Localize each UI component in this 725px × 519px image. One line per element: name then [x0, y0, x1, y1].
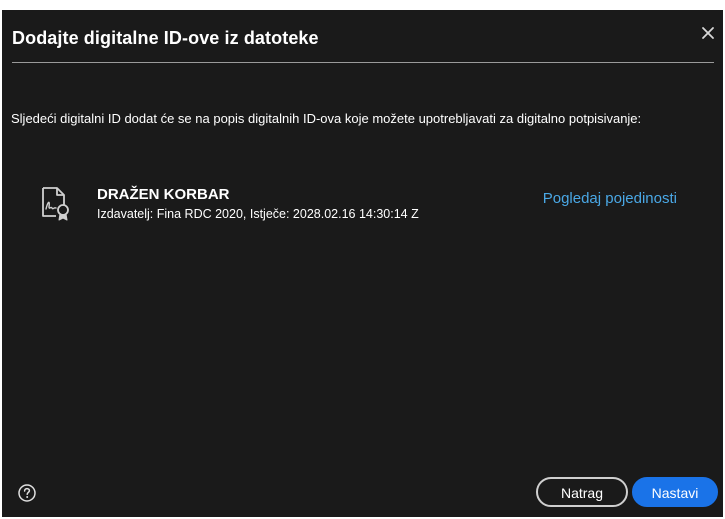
dialog-description: Sljedeći digitalni ID dodat će se na pop…: [11, 111, 642, 126]
close-icon[interactable]: [699, 24, 717, 42]
dialog-title: Dodajte digitalne ID-ove iz datoteke: [12, 28, 319, 48]
certificate-icon: [40, 186, 72, 222]
title-divider: [12, 62, 714, 63]
continue-button[interactable]: Nastavi: [632, 477, 718, 507]
help-icon[interactable]: [18, 484, 36, 502]
add-digital-id-dialog: Dodajte digitalne ID-ove iz datoteke Slj…: [2, 10, 723, 517]
view-details-link[interactable]: Pogledaj pojedinosti: [543, 190, 677, 207]
certificate-issuer-info: Izdavatelj: Fina RDC 2020, Istječe: 2028…: [97, 207, 419, 221]
back-button[interactable]: Natrag: [536, 477, 628, 507]
certificate-name: DRAŽEN KORBAR: [97, 186, 230, 203]
